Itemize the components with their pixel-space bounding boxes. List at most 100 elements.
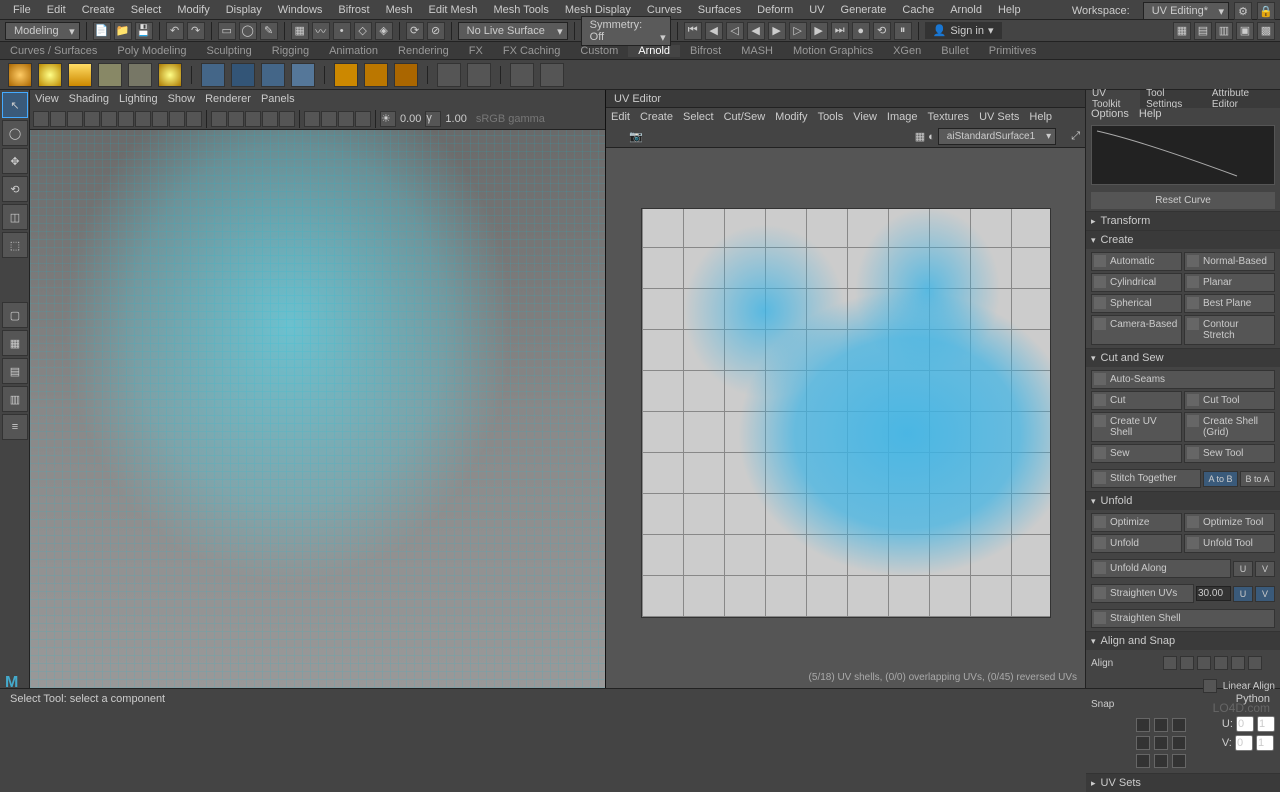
uv-menu-uvsets[interactable]: UV Sets (979, 111, 1019, 123)
section-cutsew[interactable]: Cut and Sew (1086, 349, 1280, 367)
layout-four-icon[interactable]: ▦ (2, 330, 28, 356)
shelf-tab-rendering[interactable]: Rendering (388, 45, 459, 57)
snap-ml-button[interactable] (1136, 736, 1150, 750)
vp-texture-icon[interactable] (245, 111, 261, 127)
snap-plane-icon[interactable]: ◇ (354, 22, 372, 40)
workspace-dropdown[interactable]: UV Editing* (1143, 2, 1229, 20)
align-bottom-icon[interactable] (1248, 656, 1262, 670)
shelf-shader2-icon[interactable] (364, 63, 388, 87)
uv-menu-select[interactable]: Select (683, 111, 714, 123)
linear-align-icon[interactable] (1203, 679, 1217, 693)
scale-tool[interactable]: ◫ (2, 204, 28, 230)
shelf-tab-bifrost[interactable]: Bifrost (680, 45, 731, 57)
vp-smooth-icon[interactable] (228, 111, 244, 127)
shelf-shader3-icon[interactable] (394, 63, 418, 87)
align-top-icon[interactable] (1214, 656, 1228, 670)
unfoldtool-button[interactable]: Unfold Tool (1184, 534, 1275, 553)
vp-wire-icon[interactable] (211, 111, 227, 127)
shelf-standin-icon[interactable] (201, 63, 225, 87)
uv-menu-view[interactable]: View (853, 111, 877, 123)
vp-menu-panels[interactable]: Panels (261, 93, 295, 105)
align-left-icon[interactable] (1163, 656, 1177, 670)
straighten-u-toggle[interactable]: U (1233, 586, 1253, 602)
vp-2d-icon[interactable] (101, 111, 117, 127)
menu-edit[interactable]: Edit (39, 4, 74, 16)
menu-meshtools[interactable]: Mesh Tools (485, 4, 556, 16)
create-planar-button[interactable]: Planar (1184, 273, 1275, 292)
vp-gate-icon[interactable] (169, 111, 185, 127)
snap-br-button[interactable] (1172, 754, 1186, 768)
vp-xray-icon[interactable] (321, 111, 337, 127)
v-min-input[interactable] (1235, 735, 1253, 751)
shelf-tab-mash[interactable]: MASH (731, 45, 783, 57)
u-max-input[interactable] (1257, 716, 1275, 732)
optimizetool-button[interactable]: Optimize Tool (1184, 513, 1275, 532)
select-tool[interactable]: ↖ (2, 92, 28, 118)
uv-tb-checker-icon[interactable]: ▦ (915, 130, 925, 143)
play-start-icon[interactable]: ⏮ (684, 22, 702, 40)
shelf-ipr-icon[interactable] (510, 63, 534, 87)
cuttool-button[interactable]: Cut Tool (1184, 391, 1275, 410)
lock-icon[interactable]: 🔒 (1257, 2, 1275, 20)
create-camerabased-button[interactable]: Camera-Based (1091, 315, 1182, 345)
shelf-arealight-icon[interactable] (38, 63, 62, 87)
menu-create[interactable]: Create (74, 4, 123, 16)
section-alignsnap[interactable]: Align and Snap (1086, 632, 1280, 650)
straighten-v-toggle[interactable]: V (1255, 586, 1275, 602)
uv-menu-image[interactable]: Image (887, 111, 918, 123)
straighten-value-input[interactable] (1196, 586, 1231, 601)
uv-tb-expand-icon[interactable]: ⤢ (1071, 130, 1080, 143)
menu-meshdisplay[interactable]: Mesh Display (557, 4, 639, 16)
shelf-renderview-icon[interactable] (467, 63, 491, 87)
uv-menu-textures[interactable]: Textures (927, 111, 969, 123)
shelf-meshlight-icon[interactable] (68, 63, 92, 87)
shelf-batch-icon[interactable] (540, 63, 564, 87)
straightenshell-button[interactable]: Straighten Shell (1091, 609, 1275, 628)
viewport-canvas[interactable] (30, 130, 605, 688)
vp-light-icon[interactable] (262, 111, 278, 127)
vp-film-icon[interactable] (135, 111, 151, 127)
section-create[interactable]: Create (1086, 231, 1280, 249)
vp-gamma-icon[interactable]: γ (425, 111, 441, 127)
shelf-tab-rigging[interactable]: Rigging (262, 45, 319, 57)
menu-uv[interactable]: UV (801, 4, 832, 16)
snap-mc-button[interactable] (1154, 736, 1168, 750)
menu-modify[interactable]: Modify (169, 4, 217, 16)
redo-icon[interactable]: ↷ (187, 22, 205, 40)
shelf-tab-motiongraphics[interactable]: Motion Graphics (783, 45, 883, 57)
vp-menu-show[interactable]: Show (168, 93, 196, 105)
vp-camera-icon[interactable] (50, 111, 66, 127)
shelf-tab-bullet[interactable]: Bullet (931, 45, 979, 57)
shelf-physicalsky-icon[interactable] (158, 63, 182, 87)
stitch-button[interactable]: Stitch Together (1091, 469, 1201, 488)
loop-icon[interactable]: ⟲ (873, 22, 891, 40)
shelf-tab-custom[interactable]: Custom (570, 45, 628, 57)
snap-tr-button[interactable] (1172, 718, 1186, 732)
unfoldalong-button[interactable]: Unfold Along (1091, 559, 1231, 578)
next-key-icon[interactable]: ▷ (789, 22, 807, 40)
vp-menu-lighting[interactable]: Lighting (119, 93, 158, 105)
unfold-v-toggle[interactable]: V (1255, 561, 1275, 577)
create-bestplane-button[interactable]: Best Plane (1184, 294, 1275, 313)
createshellgrid-button[interactable]: Create Shell (Grid) (1184, 412, 1275, 442)
vp-image-icon[interactable] (84, 111, 100, 127)
vp-menu-renderer[interactable]: Renderer (205, 93, 251, 105)
layout-single-icon[interactable]: ▢ (2, 302, 28, 328)
vp-res-icon[interactable] (152, 111, 168, 127)
uv-material-dropdown[interactable]: aiStandardSurface1 (938, 128, 1056, 145)
shelf-render-icon[interactable] (437, 63, 461, 87)
move-tool[interactable]: ✥ (2, 148, 28, 174)
new-scene-icon[interactable]: 📄 (93, 22, 111, 40)
lasso-tool[interactable]: ◯ (2, 120, 28, 146)
layout-4-icon[interactable]: ▣ (1236, 22, 1254, 40)
snap-bc-button[interactable] (1154, 754, 1168, 768)
panel-menu-options[interactable]: Options (1091, 108, 1129, 120)
menu-generate[interactable]: Generate (833, 4, 895, 16)
optimize-button[interactable]: Optimize (1091, 513, 1182, 532)
menu-cache[interactable]: Cache (894, 4, 942, 16)
menu-select[interactable]: Select (123, 4, 170, 16)
shelf-tab-polymodeling[interactable]: Poly Modeling (107, 45, 196, 57)
falloff-curve[interactable] (1091, 125, 1275, 185)
paint-select-icon[interactable]: ✎ (260, 22, 278, 40)
layout-3-icon[interactable]: ▥ (1215, 22, 1233, 40)
